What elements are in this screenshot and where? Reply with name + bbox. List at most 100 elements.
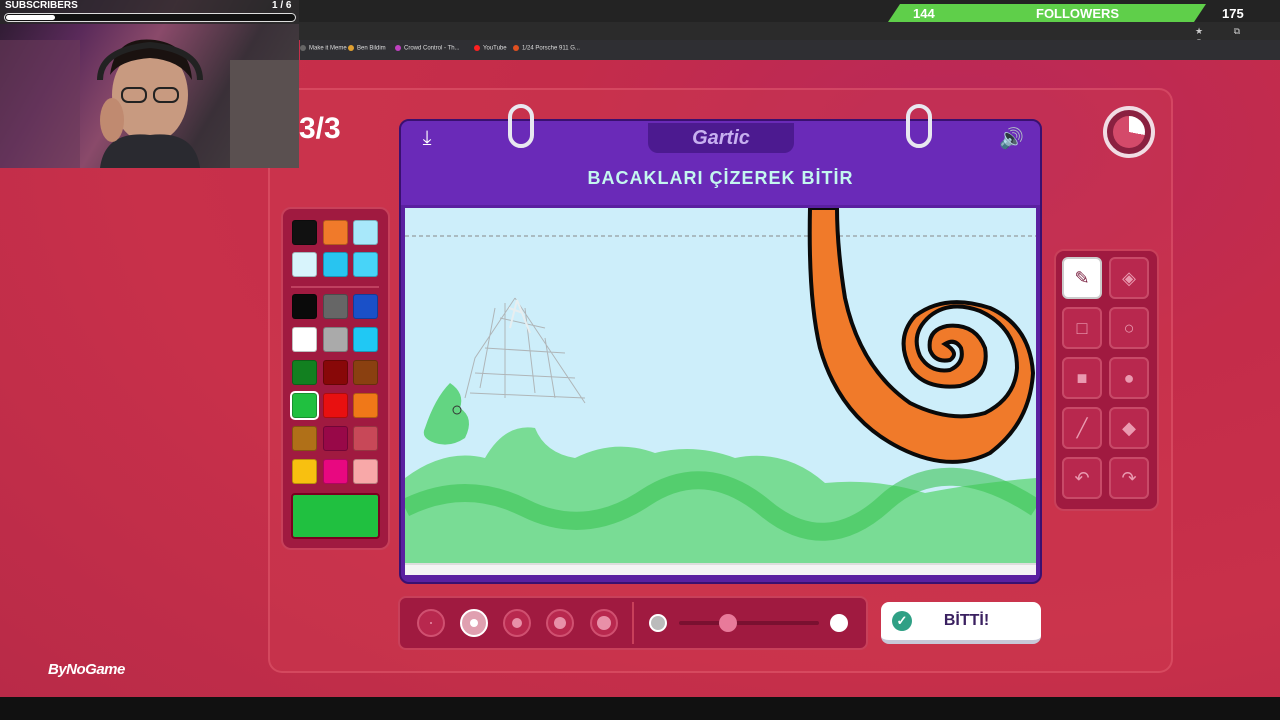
- circle-outline-icon: ○: [1123, 317, 1135, 338]
- pencil-tool-button[interactable]: ✎: [1062, 257, 1102, 299]
- bookmark-crowd-control[interactable]: Crowd Control - Th...: [395, 45, 460, 52]
- youtube-icon: [474, 45, 480, 51]
- stream-scene: ★ ⧉ ◉ 144 FOLLOWERS 175 3/3 Gartic ⤓ 🔊 B…: [0, 0, 1280, 720]
- fill-bucket-tool-button[interactable]: ◆: [1109, 407, 1149, 449]
- bookmark-label: 1/24 Porsche 911 G...: [522, 45, 580, 52]
- circle-outline-tool-button[interactable]: ○: [1109, 307, 1149, 349]
- opacity-slider[interactable]: [679, 621, 819, 625]
- redo-icon: ↷: [1121, 467, 1137, 488]
- color-swatch[interactable]: [292, 294, 317, 319]
- brush-size-button[interactable]: [417, 609, 445, 637]
- brush-size-button[interactable]: [546, 609, 574, 637]
- palette-divider: [291, 286, 379, 288]
- check-icon: ✓: [892, 611, 912, 631]
- fill-bucket-icon: ◆: [1122, 417, 1136, 438]
- drawing-prompt: BACAKLARI ÇİZEREK BİTİR: [587, 168, 854, 188]
- bookmark-bookmark[interactable]: Ben Bildim: [348, 45, 386, 52]
- color-swatch[interactable]: [292, 220, 317, 245]
- color-swatch[interactable]: [290, 391, 319, 420]
- brush-size-dot-icon: [470, 619, 478, 627]
- drawing-canvas[interactable]: [405, 208, 1036, 563]
- followers-label: FOLLOWERS: [1036, 6, 1120, 21]
- rectangle-outline-tool-button[interactable]: □: [1062, 307, 1102, 349]
- sound-icon[interactable]: 🔊: [999, 126, 1027, 154]
- brush-size-dot-icon: [512, 618, 522, 628]
- color-swatch[interactable]: [292, 252, 317, 277]
- subscribers-label: SUBSCRIBERS: [5, 0, 78, 11]
- brush-size-button[interactable]: [460, 609, 488, 637]
- orange-tentacle: [807, 208, 1036, 464]
- done-button-label: BİTTİ!: [943, 612, 990, 629]
- download-icon[interactable]: ⤓: [414, 127, 440, 153]
- brand-logo: ByNoGame: [48, 661, 125, 678]
- bookmark-label: Ben Bildim: [357, 45, 386, 52]
- drawing-svg: [405, 208, 1036, 563]
- brush-size-button[interactable]: [590, 609, 618, 637]
- bookmark-icon: [348, 45, 354, 51]
- color-swatch[interactable]: [323, 393, 348, 418]
- redo-tool-button[interactable]: ↷: [1109, 457, 1149, 499]
- followers-goal: 175: [1222, 6, 1244, 21]
- opacity-slider-handle[interactable]: [719, 614, 737, 632]
- round-counter: 3/3: [299, 112, 341, 145]
- line-tool-button[interactable]: ╱: [1062, 407, 1102, 449]
- color-swatch[interactable]: [292, 459, 317, 484]
- color-swatch[interactable]: [353, 294, 378, 319]
- circle-fill-tool-button[interactable]: ●: [1109, 357, 1149, 399]
- bookmark-porsche[interactable]: 1/24 Porsche 911 G...: [513, 45, 580, 52]
- circle-fill-icon: ●: [1123, 367, 1135, 388]
- current-color-preview: [291, 493, 380, 539]
- green-bush: [423, 383, 469, 445]
- binder-ring-right: [906, 104, 932, 148]
- done-button[interactable]: ✓ BİTTİ!: [881, 602, 1041, 644]
- undo-tool-button[interactable]: ↶: [1062, 457, 1102, 499]
- timer-progress: [1113, 116, 1145, 148]
- opacity-min-icon[interactable]: [649, 614, 667, 632]
- color-swatch[interactable]: [323, 360, 348, 385]
- color-swatch[interactable]: [353, 426, 378, 451]
- porsche-icon: [513, 45, 519, 51]
- color-swatch[interactable]: [323, 426, 348, 451]
- subscribers-goal-bar: SUBSCRIBERS 1 / 6: [0, 0, 299, 24]
- color-swatch[interactable]: [353, 220, 378, 245]
- opacity-max-icon[interactable]: [830, 614, 848, 632]
- color-swatch[interactable]: [292, 360, 317, 385]
- binder-ring-left: [508, 104, 534, 148]
- color-swatch[interactable]: [353, 459, 378, 484]
- settings-divider: [632, 602, 634, 644]
- color-swatch[interactable]: [323, 252, 348, 277]
- line-icon: ╱: [1076, 417, 1088, 438]
- color-swatch[interactable]: [323, 294, 348, 319]
- bookmark-label: Make it Meme: [309, 45, 347, 52]
- stream-bottom-strip: [0, 697, 1280, 720]
- color-swatch[interactable]: [323, 327, 348, 352]
- color-swatch[interactable]: [353, 360, 378, 385]
- undo-icon: ↶: [1074, 467, 1090, 488]
- brush-size-button[interactable]: [503, 609, 531, 637]
- gartic-logo: Gartic: [648, 123, 794, 153]
- subscribers-count: 1 / 6: [272, 0, 292, 11]
- followers-count: 144: [913, 6, 935, 21]
- color-swatch[interactable]: [323, 459, 348, 484]
- color-swatch[interactable]: [292, 426, 317, 451]
- rectangle-outline-icon: □: [1076, 317, 1088, 338]
- color-swatch[interactable]: [353, 393, 378, 418]
- rectangle-fill-icon: ■: [1076, 367, 1088, 388]
- brush-size-dot-icon: [430, 622, 432, 624]
- bookmark-youtube[interactable]: YouTube: [474, 45, 507, 52]
- webcam-feed: SUBSCRIBERS 1 / 6: [0, 0, 299, 168]
- bookmark-meme[interactable]: Make it Meme: [300, 45, 347, 52]
- color-swatch[interactable]: [292, 327, 317, 352]
- color-swatch[interactable]: [353, 327, 378, 352]
- meme-icon: [300, 45, 306, 51]
- color-swatch[interactable]: [353, 252, 378, 277]
- crowd-control-icon: [395, 45, 401, 51]
- eraser-tool-button[interactable]: ◈: [1109, 257, 1149, 299]
- mountain-sketch: [464, 297, 586, 404]
- bookmark-label: Crowd Control - Th...: [404, 45, 460, 52]
- bookmark-label: YouTube: [483, 45, 507, 52]
- subscribers-progress-track: [4, 13, 296, 22]
- brush-size-dot-icon: [597, 616, 611, 630]
- color-swatch[interactable]: [323, 220, 348, 245]
- rectangle-fill-tool-button[interactable]: ■: [1062, 357, 1102, 399]
